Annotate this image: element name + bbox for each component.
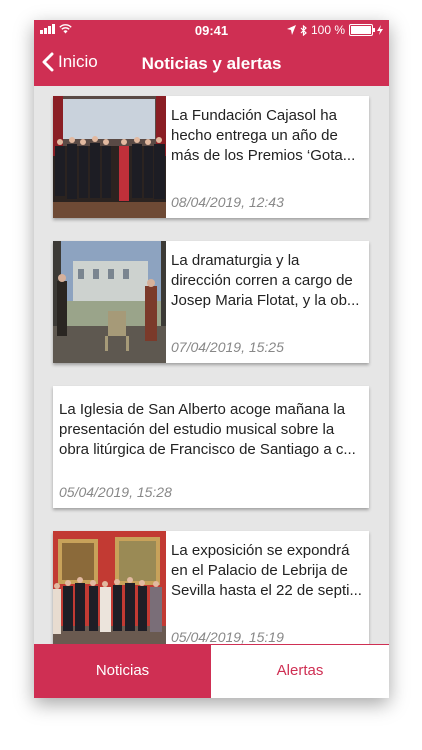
news-date: 05/04/2019, 15:28 xyxy=(59,484,172,500)
bluetooth-icon xyxy=(300,24,307,36)
status-bar: 09:41 100 % xyxy=(34,20,389,42)
battery-percent: 100 % xyxy=(310,23,345,37)
battery-icon xyxy=(349,24,375,36)
navigation-bar: Inicio Noticias y alertas xyxy=(34,42,389,86)
news-card[interactable]: La Iglesia de San Alberto acoge mañana l… xyxy=(53,386,369,508)
news-headline: La Fundación Cajasol ha hecho entrega un… xyxy=(171,107,356,164)
news-list[interactable]: La Fundación Cajasol ha hecho entrega un… xyxy=(34,86,389,644)
news-headline: La dramaturgia y la dirección corren a c… xyxy=(171,252,360,309)
news-thumbnail-exhibition xyxy=(53,531,166,644)
status-right: 100 % xyxy=(286,23,383,37)
news-card[interactable]: La dramaturgia y la dirección corren a c… xyxy=(53,241,369,363)
tab-noticias[interactable]: Noticias xyxy=(34,644,211,698)
news-date: 08/04/2019, 12:43 xyxy=(171,194,284,210)
charging-icon xyxy=(377,25,383,35)
news-thumbnail-award-ceremony xyxy=(53,96,166,218)
location-icon xyxy=(286,25,296,35)
news-headline: La exposición se expondrá en el Palacio … xyxy=(171,542,362,599)
news-date: 07/04/2019, 15:25 xyxy=(171,339,284,355)
news-card[interactable]: La Fundación Cajasol ha hecho entrega un… xyxy=(53,96,369,218)
tab-alertas[interactable]: Alertas xyxy=(211,644,389,698)
news-card[interactable]: La exposición se expondrá en el Palacio … xyxy=(53,531,369,644)
news-thumbnail-theatre xyxy=(53,241,166,363)
news-headline: La Iglesia de San Alberto acoge mañana l… xyxy=(59,401,356,458)
tab-bar: Noticias Alertas xyxy=(34,644,389,698)
news-date: 05/04/2019, 15:19 xyxy=(171,629,284,644)
page-title: Noticias y alertas xyxy=(141,54,282,73)
phone-screen: 09:41 100 % Inicio Noticias y alertas La… xyxy=(34,20,389,698)
